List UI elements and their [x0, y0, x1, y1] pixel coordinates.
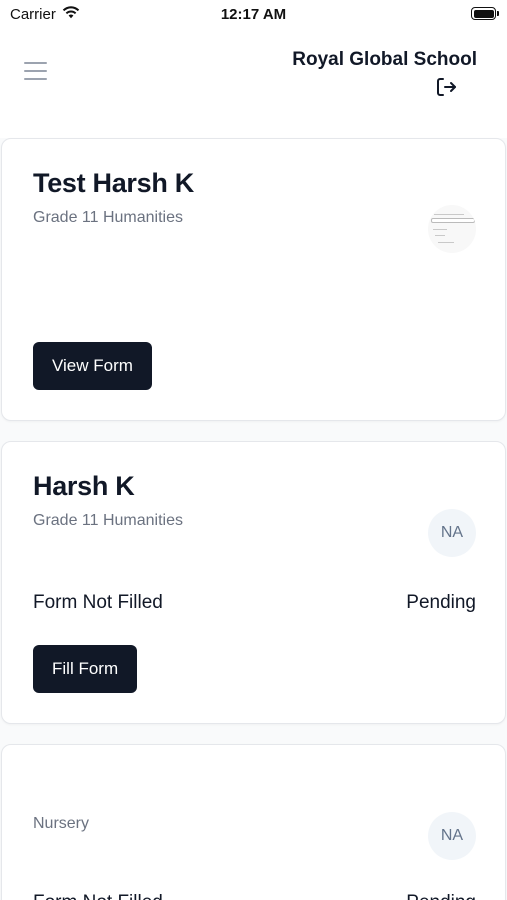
- app-header: Royal Global School: [0, 28, 507, 138]
- battery-icon: [471, 7, 499, 20]
- avatar: NA: [428, 509, 476, 557]
- student-card: Test Harsh K Grade 11 Humanities View Fo…: [1, 138, 506, 421]
- fill-form-button[interactable]: Fill Form: [33, 645, 138, 693]
- form-status: Form Not Filled: [33, 592, 163, 613]
- student-card: Nursery NA Form Not Filled Pending: [1, 744, 506, 900]
- student-grade: Grade 11 Humanities: [33, 209, 183, 226]
- approval-status: Pending: [406, 892, 476, 900]
- form-status: Form Not Filled: [33, 892, 163, 900]
- student-name: Test Harsh K: [33, 168, 194, 198]
- logout-icon[interactable]: [434, 75, 458, 99]
- student-card: Harsh K Grade 11 Humanities NA Form Not …: [1, 441, 506, 724]
- status-time: 12:17 AM: [220, 6, 287, 23]
- status-bar: Carrier 12:17 AM: [0, 0, 507, 28]
- student-grade: Nursery: [33, 815, 90, 832]
- student-grade: Grade 11 Humanities: [33, 512, 183, 529]
- student-name: Harsh K: [33, 471, 135, 501]
- hamburger-menu-icon[interactable]: [24, 62, 47, 82]
- avatar: NA: [428, 812, 476, 860]
- school-name: Royal Global School: [292, 49, 477, 70]
- form-thumbnail-image: [428, 205, 476, 253]
- view-form-button[interactable]: View Form: [33, 342, 152, 390]
- approval-status: Pending: [406, 592, 476, 613]
